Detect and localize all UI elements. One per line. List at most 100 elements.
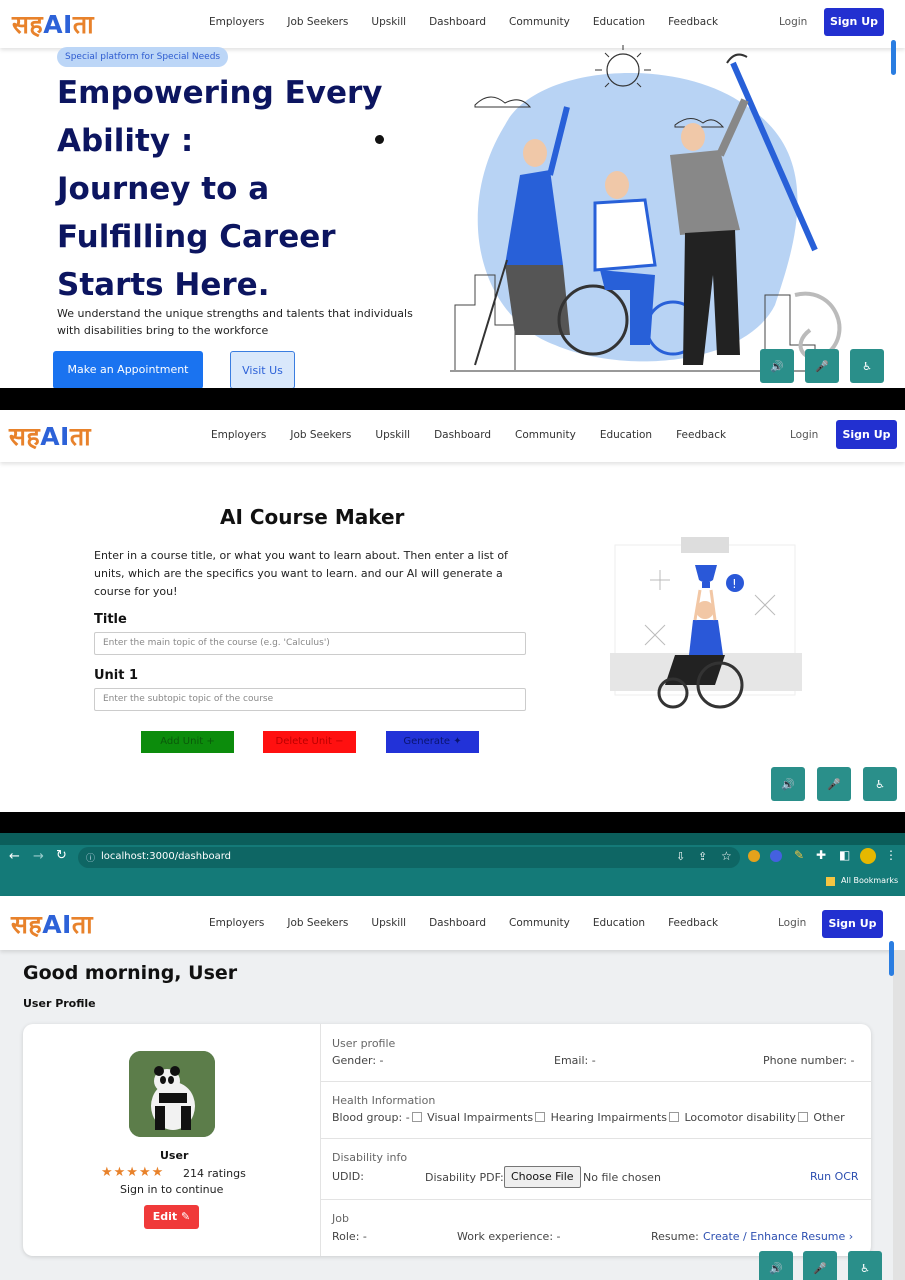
run-ocr-link[interactable]: Run OCR [810,1170,859,1183]
section-title-profile: User profile [332,1037,396,1050]
nav-feedback[interactable]: Feedback [676,429,726,441]
speaker-icon: 🔊 [781,777,795,791]
visual-checkbox[interactable] [535,1112,546,1122]
speaker-button[interactable]: 🔊 [759,1251,793,1280]
microphone-icon: 🎤 [815,359,829,373]
folder-icon [826,877,835,886]
make-appointment-button[interactable]: Make an Appointment [53,351,203,388]
microphone-button[interactable]: 🎤 [817,767,851,801]
signup-button[interactable]: Sign Up [822,910,883,938]
course-maker-panel: सहAIता Employers Job Seekers Upskill Das… [0,410,905,812]
nav-upskill[interactable]: Upskill [375,429,410,441]
microphone-icon: 🎤 [827,777,841,791]
title-label: Title [94,612,127,627]
hero-title-line-3: Journey to a [57,171,270,207]
logo[interactable]: सहAIता [11,907,93,941]
scrollbar-thumb[interactable] [891,40,896,75]
scrollbar-track[interactable] [893,950,905,1280]
browser-toolbar: ← → ↻ ⓘ localhost:3000/dashboard ⇩ ⇪ ☆ ✎… [0,845,905,870]
scrollbar-thumb[interactable] [889,941,894,976]
job-section: Job Role: - Work experience: - Resume: C… [321,1200,871,1256]
login-link[interactable]: Login [790,429,818,441]
bookmark-star-icon[interactable]: ☆ [721,849,732,863]
signup-button[interactable]: Sign Up [824,8,884,36]
logo[interactable]: सहAIता [9,419,91,453]
puzzle-icon[interactable]: ✚ [816,848,826,862]
nav-dashboard[interactable]: Dashboard [429,917,486,929]
nav-community[interactable]: Community [509,917,570,929]
add-unit-button[interactable]: Add Unit + [141,731,234,753]
unit-input[interactable]: Enter the subtopic topic of the course [94,688,526,711]
blood-checkbox[interactable] [411,1112,422,1122]
nav-community[interactable]: Community [509,16,570,28]
locomotor-checkbox[interactable] [797,1112,808,1122]
nav-job-seekers[interactable]: Job Seekers [290,429,351,441]
delete-unit-button[interactable]: Delete Unit − [263,731,356,753]
nav-employers[interactable]: Employers [211,429,266,441]
nav-upskill[interactable]: Upskill [371,917,406,929]
accessibility-button[interactable]: ♿ [850,349,884,383]
reload-icon[interactable]: ↻ [56,848,67,863]
resume-link[interactable]: Create / Enhance Resume › [703,1230,853,1243]
cursor-dot [375,135,384,144]
title-input[interactable]: Enter the main topic of the course (e.g.… [94,632,526,655]
nav-dashboard[interactable]: Dashboard [429,16,486,28]
accessibility-button[interactable]: ♿ [863,767,897,801]
hero-subtitle: We understand the unique strengths and t… [57,307,413,337]
nav-job-seekers[interactable]: Job Seekers [287,917,348,929]
sparkle-icon: ✦ [453,736,462,747]
generate-button[interactable]: Generate ✦ [386,731,479,753]
nav-feedback[interactable]: Feedback [668,16,718,28]
microphone-button[interactable]: 🎤 [805,349,839,383]
sidepanel-icon[interactable]: ◧ [839,848,850,862]
choose-file-button[interactable]: Choose File [504,1166,581,1188]
navbar: सहAIता Employers Job Seekers Upskill Das… [0,896,905,950]
nav-menu: Employers Job Seekers Upskill Dashboard … [209,16,718,28]
info-icon[interactable]: ⓘ [86,851,95,864]
share-icon[interactable]: ⇪ [698,850,707,863]
speaker-button[interactable]: 🔊 [760,349,794,383]
speaker-button[interactable]: 🔊 [771,767,805,801]
accessibility-button[interactable]: ♿ [848,1251,882,1280]
all-bookmarks[interactable]: All Bookmarks [841,876,898,885]
course-maker-description: Enter in a course title, or what you wan… [94,549,508,598]
work-experience-field: Work experience: - [457,1230,561,1243]
nav-dashboard[interactable]: Dashboard [434,429,491,441]
visit-us-button[interactable]: Visit Us [230,351,295,388]
logo[interactable]: सहAIता [12,7,94,41]
nav-upskill[interactable]: Upskill [371,16,406,28]
extension-icon-2[interactable] [770,850,782,862]
extension-icon[interactable] [748,850,760,862]
hero-illustration [450,45,842,372]
health-fields: Blood group: - Visual Impairments Hearin… [332,1111,845,1124]
nav-community[interactable]: Community [515,429,576,441]
nav-job-seekers[interactable]: Job Seekers [287,16,348,28]
kebab-menu-icon[interactable]: ⋮ [885,848,897,862]
edit-button[interactable]: Edit ✎ [144,1205,199,1229]
pen-icon[interactable]: ✎ [794,848,804,862]
forward-icon[interactable]: → [33,849,44,864]
udid-label: UDID: [332,1170,364,1183]
section-title-disability: Disability info [332,1151,408,1164]
microphone-button[interactable]: 🎤 [803,1251,837,1280]
login-link[interactable]: Login [778,917,806,929]
profile-avatar-icon[interactable] [860,848,876,864]
hearing-checkbox[interactable] [668,1112,679,1122]
install-icon[interactable]: ⇩ [676,850,685,863]
nav-menu: Employers Job Seekers Upskill Dashboard … [211,429,726,441]
accessibility-icon: ♿ [875,777,885,791]
gender-field: Gender: - [332,1054,384,1067]
nav-education[interactable]: Education [593,917,645,929]
nav-feedback[interactable]: Feedback [668,917,718,929]
nav-education[interactable]: Education [600,429,652,441]
address-bar[interactable]: ⓘ localhost:3000/dashboard ⇩ ⇪ ☆ [78,847,740,868]
nav-education[interactable]: Education [593,16,645,28]
back-icon[interactable]: ← [9,849,20,864]
user-name: User [160,1149,189,1162]
hero-title-line-2: Ability : [57,123,194,159]
nav-employers[interactable]: Employers [209,16,264,28]
nav-employers[interactable]: Employers [209,917,264,929]
signup-button[interactable]: Sign Up [836,420,897,449]
login-link[interactable]: Login [779,16,807,28]
sign-in-text: Sign in to continue [120,1183,224,1196]
